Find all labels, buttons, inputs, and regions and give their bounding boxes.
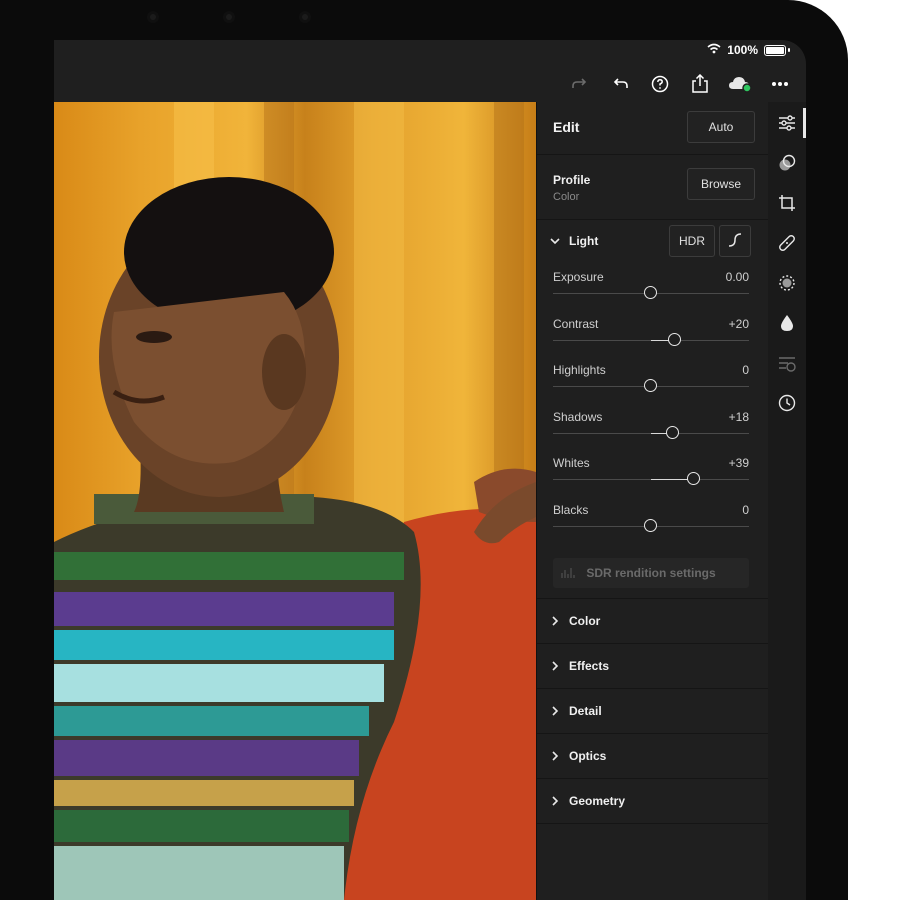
edit-panel: Edit Auto Profile Color Browse Light HDR bbox=[536, 102, 769, 900]
slider-thumb[interactable] bbox=[665, 425, 679, 439]
camera-dots bbox=[150, 14, 308, 20]
drop-icon[interactable] bbox=[768, 308, 806, 338]
slider-exposure[interactable]: Exposure 0.00 bbox=[553, 270, 749, 310]
sdr-rendition-button[interactable]: SDR rendition settings bbox=[553, 558, 749, 588]
chevron-right-icon bbox=[549, 615, 561, 627]
slider-value[interactable]: +18 bbox=[729, 410, 749, 424]
slider-value[interactable]: 0 bbox=[742, 363, 749, 377]
section-label: Geometry bbox=[569, 794, 626, 808]
slider-value[interactable]: 0.00 bbox=[726, 270, 749, 284]
slider-thumb[interactable] bbox=[687, 472, 701, 485]
section-label: Effects bbox=[569, 659, 610, 673]
panel-header: Edit Auto bbox=[537, 102, 769, 155]
collapsed-sections: Color Effects Detail Optics Geometry bbox=[537, 599, 769, 824]
section-color[interactable]: Color bbox=[537, 599, 769, 644]
light-title: Light bbox=[569, 234, 599, 248]
slider-whites[interactable]: Whites +39 bbox=[553, 456, 749, 496]
tone-curve-button[interactable] bbox=[719, 225, 751, 257]
sdr-rendition-label: SDR rendition settings bbox=[586, 566, 716, 580]
status-bar: 100% bbox=[54, 40, 806, 62]
versions-icon[interactable] bbox=[768, 348, 806, 378]
chevron-right-icon bbox=[549, 750, 561, 762]
crop-icon[interactable] bbox=[768, 188, 806, 218]
portrait-photo bbox=[54, 102, 536, 900]
histogram-icon bbox=[561, 567, 575, 582]
photo-canvas[interactable] bbox=[54, 102, 536, 900]
slider-label: Exposure bbox=[553, 270, 604, 284]
hdr-button[interactable]: HDR bbox=[669, 225, 715, 257]
share-icon[interactable] bbox=[682, 68, 718, 100]
chevron-right-icon bbox=[549, 795, 561, 807]
slider-contrast[interactable]: Contrast +20 bbox=[553, 317, 749, 357]
chevron-right-icon bbox=[549, 660, 561, 672]
slider-label: Blacks bbox=[553, 502, 589, 517]
edit-sliders-icon[interactable] bbox=[768, 108, 806, 138]
light-header[interactable]: Light bbox=[549, 234, 598, 248]
undo-icon[interactable] bbox=[602, 68, 638, 100]
slider-label: Shadows bbox=[553, 409, 603, 424]
slider-label: Highlights bbox=[553, 363, 606, 377]
section-label: Color bbox=[569, 614, 601, 628]
profile-title: Profile bbox=[553, 173, 591, 187]
section-detail[interactable]: Detail bbox=[537, 689, 769, 734]
help-icon[interactable] bbox=[642, 68, 678, 100]
slider-blacks[interactable]: Blacks 0 bbox=[553, 503, 749, 543]
profile-subtitle: Color bbox=[553, 191, 580, 203]
slider-thumb[interactable] bbox=[644, 286, 657, 299]
chevron-right-icon bbox=[549, 705, 561, 717]
top-toolbar bbox=[54, 64, 806, 102]
battery-percent: 100% bbox=[727, 43, 758, 57]
wifi-icon bbox=[707, 43, 721, 57]
light-section: Light HDR Exposure 0.00 Contrast +20 Highlig… bbox=[537, 220, 769, 599]
section-optics[interactable]: Optics bbox=[537, 734, 769, 779]
more-icon[interactable] bbox=[762, 68, 798, 100]
tone-curve-icon bbox=[727, 232, 743, 251]
redo-icon[interactable] bbox=[562, 68, 598, 100]
slider-value[interactable]: +20 bbox=[729, 317, 749, 331]
tablet-frame: 100% Edit Auto Profile Color Browse Ligh… bbox=[0, 0, 848, 900]
tool-rail bbox=[768, 102, 806, 900]
section-label: Detail bbox=[569, 704, 602, 718]
battery-icon bbox=[764, 44, 786, 56]
auto-button[interactable]: Auto bbox=[687, 111, 755, 143]
slider-value[interactable]: 0 bbox=[742, 503, 749, 517]
slider-value[interactable]: +39 bbox=[729, 456, 749, 470]
slider-label: Contrast bbox=[553, 316, 599, 331]
cloud-sync-icon[interactable] bbox=[722, 68, 758, 100]
profile-section: Profile Color Browse bbox=[537, 155, 769, 220]
slider-thumb[interactable] bbox=[644, 518, 657, 532]
slider-label: Whites bbox=[553, 456, 590, 470]
browse-button[interactable]: Browse bbox=[687, 168, 755, 200]
slider-highlights[interactable]: Highlights 0 bbox=[553, 363, 749, 403]
section-effects[interactable]: Effects bbox=[537, 644, 769, 689]
healing-icon[interactable] bbox=[768, 228, 806, 258]
history-icon[interactable] bbox=[768, 388, 806, 418]
masking-icon[interactable] bbox=[768, 268, 806, 298]
presets-icon[interactable] bbox=[768, 148, 806, 178]
app-screen: 100% Edit Auto Profile Color Browse Ligh… bbox=[54, 40, 806, 900]
section-label: Optics bbox=[569, 749, 607, 763]
slider-thumb[interactable] bbox=[667, 332, 681, 346]
panel-title: Edit bbox=[553, 119, 580, 135]
slider-thumb[interactable] bbox=[644, 379, 657, 392]
slider-shadows[interactable]: Shadows +18 bbox=[553, 410, 749, 450]
section-geometry[interactable]: Geometry bbox=[537, 779, 769, 824]
chevron-down-icon bbox=[549, 235, 561, 247]
